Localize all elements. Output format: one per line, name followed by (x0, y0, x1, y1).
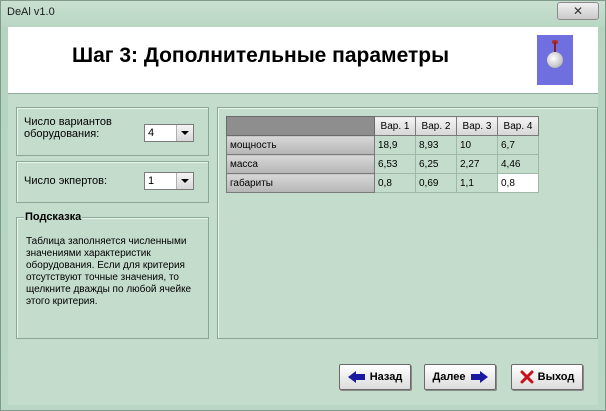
page-header: Шаг 3: Дополнительные параметры (8, 27, 598, 94)
experts-label: Число экпертов: (24, 175, 107, 187)
close-window-button[interactable]: ✕ (557, 2, 599, 20)
table-row: габариты 0,8 0,69 1,1 0,8 (226, 173, 539, 193)
grid-cell[interactable]: 6,53 (374, 154, 416, 174)
parameters-grid[interactable]: Вар. 1 Вар. 2 Вар. 3 Вар. 4 мощность 18,… (226, 116, 539, 193)
experts-select-value: 1 (148, 175, 155, 187)
row-header: габариты (226, 173, 375, 193)
variants-select[interactable]: 4 (144, 124, 194, 142)
ball-pin-logo-icon (537, 35, 573, 85)
grid-cell[interactable]: 4,46 (497, 154, 539, 174)
back-button-label: Назад (369, 371, 403, 383)
exit-button-label: Выход (537, 371, 575, 383)
table-row: мощность 18,9 8,93 10 6,7 (226, 135, 539, 155)
variants-label: Число вариантов оборудования: (24, 116, 112, 140)
grid-cell[interactable]: 0,69 (415, 173, 457, 193)
red-x-icon (520, 370, 534, 384)
table-row: масса 6,53 6,25 2,27 4,46 (226, 154, 539, 174)
experts-select[interactable]: 1 (144, 172, 194, 190)
grid-cell[interactable]: 18,9 (374, 135, 416, 155)
grid-cell[interactable]: 2,27 (456, 154, 498, 174)
row-header: масса (226, 154, 375, 174)
grid-cell[interactable]: 6,7 (497, 135, 539, 155)
column-header: Вар. 4 (497, 116, 539, 136)
back-button[interactable]: Назад (339, 364, 411, 390)
grid-cell[interactable]: 1,1 (456, 173, 498, 193)
exit-button[interactable]: Выход (511, 364, 583, 390)
column-header: Вар. 2 (415, 116, 457, 136)
arrow-right-icon (470, 371, 488, 383)
next-button[interactable]: Далее (424, 364, 496, 390)
row-header: мощность (226, 135, 375, 155)
grid-cell-active[interactable]: 0,8 (497, 173, 539, 193)
title-bar: DeAl v1.0 ✕ (1, 1, 605, 27)
chevron-down-icon[interactable] (176, 125, 193, 141)
arrow-left-icon (347, 371, 365, 383)
window-title: DeAl v1.0 (7, 6, 55, 18)
grid-cell[interactable]: 6,25 (415, 154, 457, 174)
close-icon: ✕ (572, 4, 584, 18)
variants-select-value: 4 (148, 127, 155, 139)
hint-text: Таблица заполняется численными значениям… (26, 236, 192, 307)
grid-cell[interactable]: 0,8 (374, 173, 416, 193)
grid-corner (226, 116, 375, 136)
next-button-label: Далее (432, 371, 466, 383)
hint-title: Подсказка (24, 211, 83, 223)
chevron-down-icon[interactable] (176, 173, 193, 189)
page-title: Шаг 3: Дополнительные параметры (72, 44, 450, 67)
grid-cell[interactable]: 8,93 (415, 135, 457, 155)
column-header: Вар. 3 (456, 116, 498, 136)
column-header: Вар. 1 (374, 116, 416, 136)
grid-cell[interactable]: 10 (456, 135, 498, 155)
